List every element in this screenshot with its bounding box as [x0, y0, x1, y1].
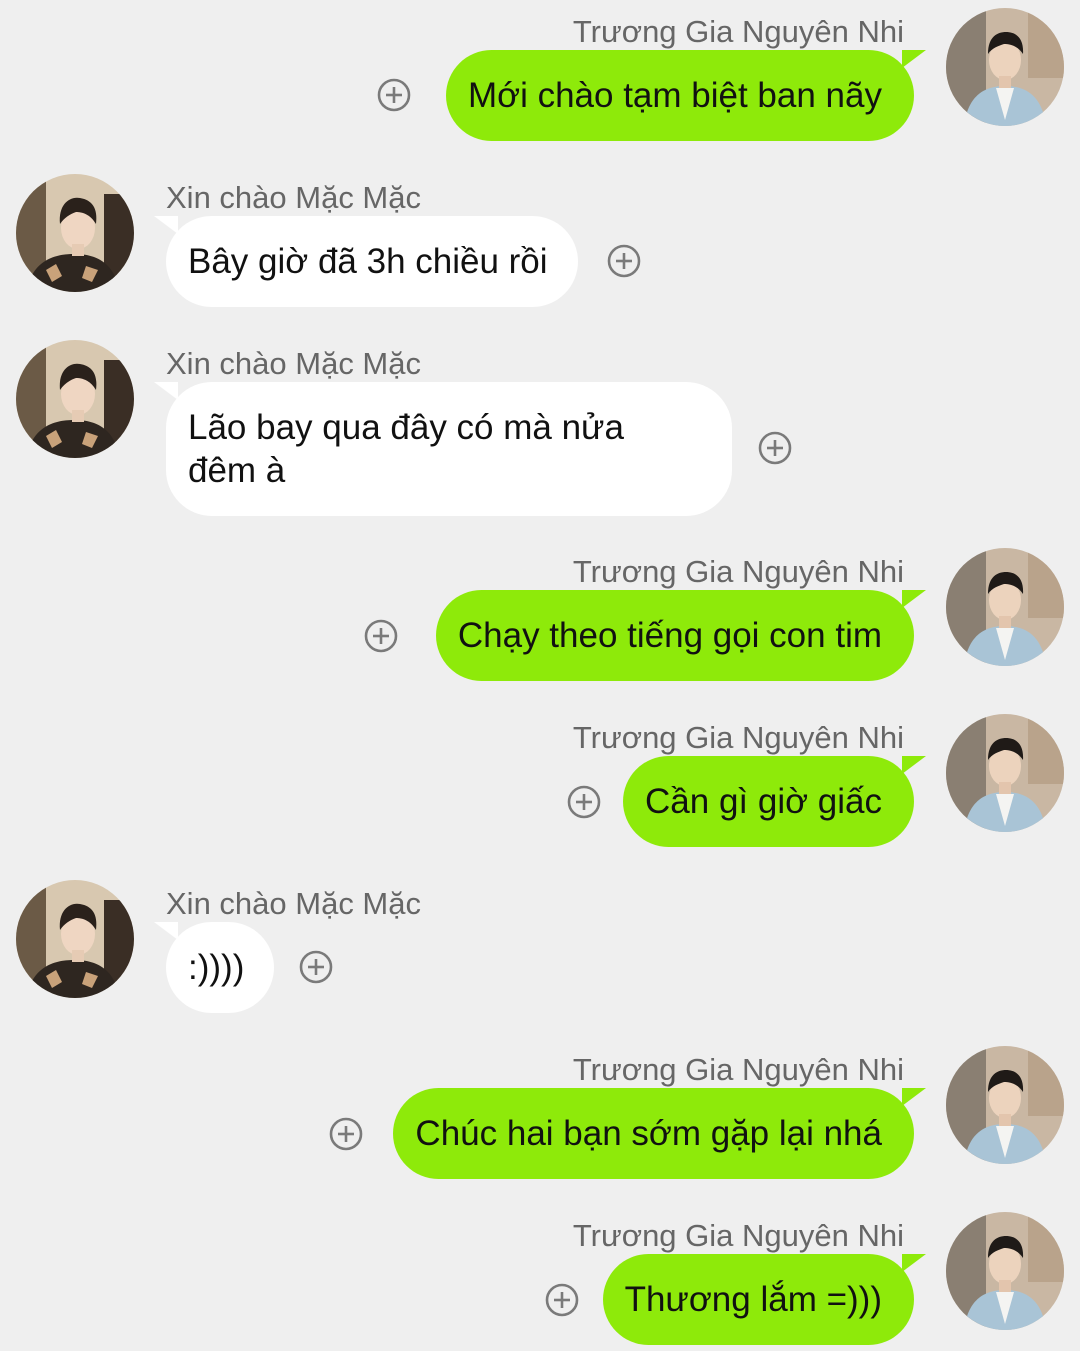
message-bubble[interactable]: :)))) — [153, 922, 275, 1013]
avatar[interactable] — [946, 1046, 1064, 1164]
avatar[interactable] — [946, 1212, 1064, 1330]
message-bubble[interactable]: Bây giờ đã 3h chiều rồi — [154, 216, 578, 307]
message-bubble[interactable]: Cần gì giờ giấc — [623, 756, 926, 847]
avatar[interactable] — [946, 548, 1064, 666]
message-text: Cần gì giờ giấc — [645, 782, 882, 821]
add-circle-icon[interactable] — [545, 1283, 579, 1317]
sender-name: Trương Gia Nguyên Nhi — [572, 554, 904, 589]
message-text: Bây giờ đã 3h chiều rồi — [188, 242, 548, 281]
message-bubble[interactable]: Lão bay qua đây có mà nửa đêm à — [154, 382, 732, 516]
add-circle-icon[interactable] — [567, 785, 601, 819]
message-bubble[interactable]: Chúc hai bạn sớm gặp lại nhá — [393, 1088, 926, 1179]
avatar[interactable] — [946, 714, 1064, 832]
sender-name: Trương Gia Nguyên Nhi — [572, 720, 904, 755]
add-circle-icon[interactable] — [758, 431, 792, 465]
add-circle-icon[interactable] — [377, 78, 411, 112]
message-bubble[interactable]: Thương lắm =))) — [602, 1254, 927, 1345]
add-circle-icon[interactable] — [299, 950, 333, 984]
add-circle-icon[interactable] — [329, 1117, 363, 1151]
sender-name: Xin chào Mặc Mặc — [166, 346, 421, 381]
avatar[interactable] — [946, 8, 1064, 126]
avatar[interactable] — [16, 880, 134, 998]
chat-message-list[interactable]: Trương Gia Nguyên Nhi Mới chào tạm biệt … — [0, 0, 1080, 1351]
add-circle-icon[interactable] — [607, 244, 641, 278]
avatar[interactable] — [16, 174, 134, 292]
message-text: Thương lắm =))) — [624, 1280, 882, 1319]
message-bubble[interactable]: Chạy theo tiếng gọi con tim — [435, 590, 927, 681]
avatar[interactable] — [16, 340, 134, 458]
message-text: :)))) — [188, 948, 245, 987]
sender-name: Xin chào Mặc Mặc — [166, 886, 421, 921]
sender-name: Xin chào Mặc Mặc — [166, 180, 421, 215]
message-text: Lão bay qua đây có mà nửa đêm à — [188, 408, 624, 490]
message-text: Chúc hai bạn sớm gặp lại nhá — [415, 1114, 882, 1153]
message-bubble[interactable]: Mới chào tạm biệt ban nãy — [445, 50, 927, 141]
sender-name: Trương Gia Nguyên Nhi — [572, 1052, 904, 1087]
message-text: Mới chào tạm biệt ban nãy — [467, 76, 882, 115]
add-circle-icon[interactable] — [364, 619, 398, 653]
message-text: Chạy theo tiếng gọi con tim — [457, 616, 882, 655]
sender-name: Trương Gia Nguyên Nhi — [572, 14, 904, 49]
sender-name: Trương Gia Nguyên Nhi — [572, 1218, 904, 1253]
